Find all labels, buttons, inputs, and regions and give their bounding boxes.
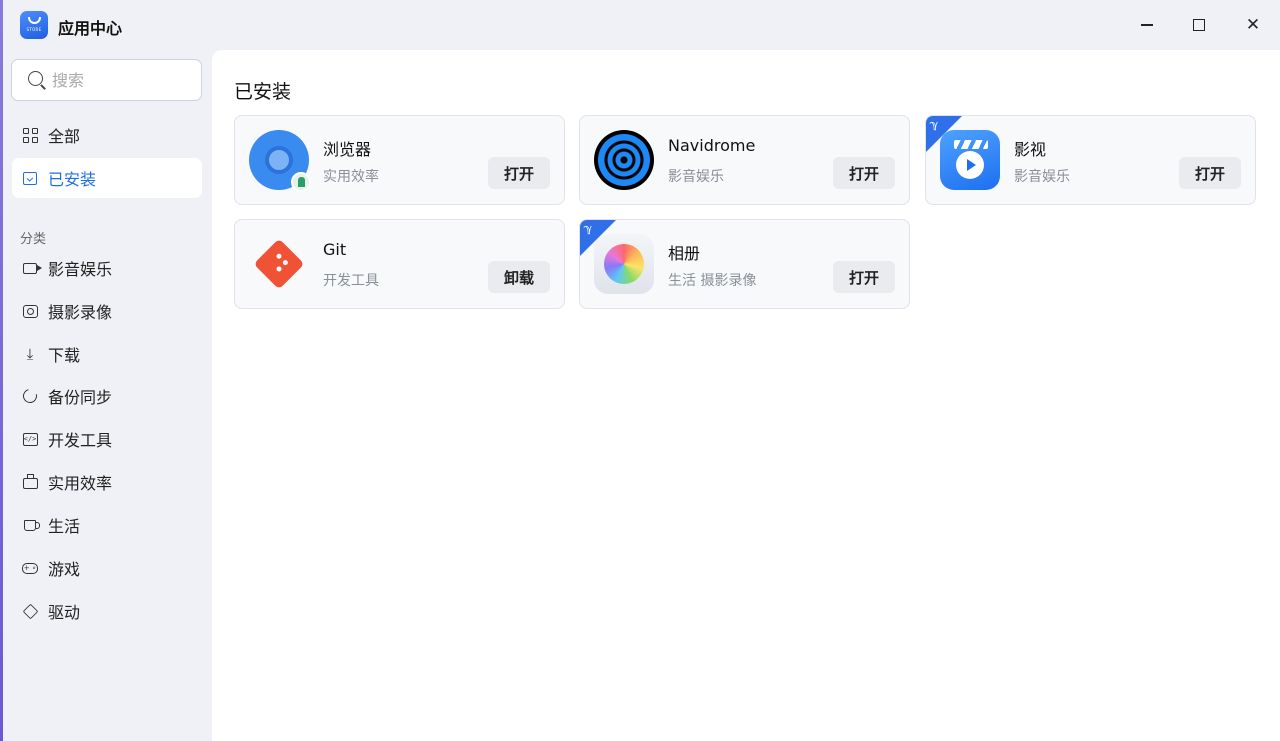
camera-icon <box>21 302 39 320</box>
nav-item-installed-label: 已安装 <box>48 170 97 189</box>
category-item-backup-sync[interactable]: 备份同步 <box>12 378 202 414</box>
app-category: 生活 摄影录像 <box>668 273 757 289</box>
uninstall-button[interactable]: 卸载 <box>488 261 550 293</box>
minimize-button[interactable] <box>1132 10 1162 40</box>
tag-icon: ℽ <box>584 222 593 235</box>
cube-icon <box>21 602 39 620</box>
cup-icon <box>21 516 40 534</box>
app-store-logo-icon: STORE <box>20 11 48 39</box>
category-item-label: 下载 <box>48 346 81 365</box>
app-category: 实用效率 <box>323 169 379 185</box>
open-button[interactable]: 打开 <box>833 261 895 293</box>
page-title: 已安装 <box>234 81 292 103</box>
briefcase-icon <box>21 473 39 491</box>
maximize-icon <box>1193 19 1205 31</box>
nav-item-installed[interactable]: 已安装 <box>12 158 202 198</box>
app-name: Git <box>323 240 347 259</box>
open-button[interactable]: 打开 <box>1179 157 1241 189</box>
category-item-life[interactable]: 生活 <box>12 507 202 543</box>
search-box[interactable] <box>11 59 202 101</box>
sync-icon <box>20 386 40 406</box>
installed-box-icon <box>21 169 39 187</box>
sidebar: 全部 已安装 分类 影音娱乐 摄影录像 ⤓ 下载 备份同步 </> 开发工具 <box>0 50 212 741</box>
category-item-productivity[interactable]: 实用效率 <box>12 464 202 500</box>
navidrome-icon <box>594 130 654 190</box>
category-item-media[interactable]: 影音娱乐 <box>12 250 202 286</box>
video-camera-icon <box>21 259 42 277</box>
search-input[interactable] <box>52 70 182 90</box>
app-card-photos[interactable]: ℽ 相册 生活 摄影录像 打开 <box>579 219 910 309</box>
app-card-navidrome[interactable]: Navidrome 影音娱乐 打开 <box>579 115 910 205</box>
gamepad-icon: + ∘ <box>22 562 38 574</box>
category-item-label: 开发工具 <box>48 431 113 450</box>
app-card-video[interactable]: ℽ 影视 影音娱乐 打开 <box>925 115 1256 205</box>
nav-item-all[interactable]: 全部 <box>12 115 202 155</box>
category-item-label: 生活 <box>48 517 81 536</box>
app-name: 浏览器 <box>323 140 372 159</box>
app-card-git[interactable]: Git 开发工具 卸载 <box>234 219 565 309</box>
grid-icon <box>21 126 39 144</box>
category-item-dev-tools[interactable]: </> 开发工具 <box>12 421 202 457</box>
category-item-label: 备份同步 <box>48 388 113 407</box>
search-icon <box>28 71 46 90</box>
open-button[interactable]: 打开 <box>833 157 895 189</box>
category-item-label: 实用效率 <box>48 474 113 493</box>
git-icon <box>249 234 309 294</box>
code-icon: </> <box>21 430 39 448</box>
app-title: 应用中心 <box>58 19 123 38</box>
category-item-label: 影音娱乐 <box>48 260 113 279</box>
download-icon: ⤓ <box>26 344 34 363</box>
category-item-label: 驱动 <box>48 603 81 622</box>
close-icon: ✕ <box>1245 14 1261 35</box>
category-item-drivers[interactable]: 驱动 <box>12 593 202 629</box>
app-window: STORE 应用中心 ✕ 全部 已 <box>0 0 1280 741</box>
category-section-label: 分类 <box>20 232 47 247</box>
app-category: 开发工具 <box>323 273 379 289</box>
close-button[interactable]: ✕ <box>1238 10 1268 40</box>
main-content: 已安装 浏览器 实用效率 打开 Navidrome 影音娱乐 打开 ℽ 影视 影… <box>212 50 1280 741</box>
app-name: Navidrome <box>668 136 756 155</box>
logo-text: STORE <box>26 26 42 32</box>
category-item-label: 游戏 <box>48 560 81 579</box>
app-name: 相册 <box>668 244 701 263</box>
open-button[interactable]: 打开 <box>488 157 550 189</box>
app-card-browser[interactable]: 浏览器 实用效率 打开 <box>234 115 565 205</box>
logo-smile-icon <box>27 16 41 24</box>
category-item-download[interactable]: ⤓ 下载 <box>12 336 202 372</box>
app-category: 影音娱乐 <box>668 169 724 185</box>
minimize-icon <box>1141 24 1153 26</box>
nav-item-all-label: 全部 <box>48 127 81 146</box>
app-name: 影视 <box>1014 140 1047 159</box>
category-item-games[interactable]: + ∘ 游戏 <box>12 550 202 586</box>
app-category: 影音娱乐 <box>1014 169 1070 185</box>
maximize-button[interactable] <box>1184 10 1214 40</box>
category-item-label: 摄影录像 <box>48 303 113 322</box>
title-bar: STORE 应用中心 ✕ <box>0 0 1280 50</box>
tag-icon: ℽ <box>930 118 939 131</box>
browser-icon <box>249 130 311 192</box>
category-item-photography[interactable]: 摄影录像 <box>12 293 202 329</box>
